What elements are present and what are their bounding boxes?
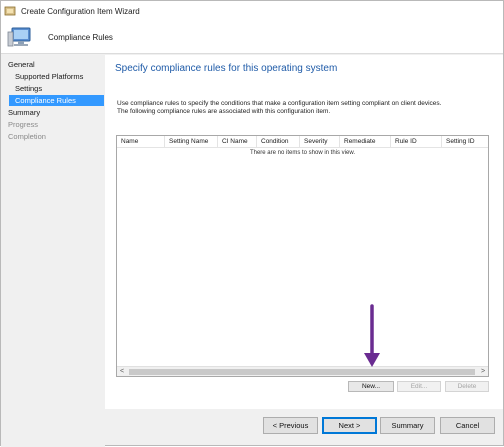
scroll-left-icon[interactable]: <: [117, 367, 127, 377]
title-bar: Create Configuration Item Wizard: [1, 1, 503, 21]
column-header-condition[interactable]: Condition: [257, 136, 300, 148]
config-manager-icon: [4, 5, 16, 17]
column-header-setting-name[interactable]: Setting Name: [165, 136, 218, 148]
delete-rule-button: Delete: [445, 381, 489, 392]
nav-item-summary[interactable]: Summary: [8, 107, 40, 118]
scroll-right-icon[interactable]: >: [478, 367, 488, 377]
page-title: Specify compliance rules for this operat…: [115, 63, 338, 74]
cancel-button[interactable]: Cancel: [440, 417, 495, 434]
nav-item-completion: Completion: [8, 132, 46, 141]
summary-button[interactable]: Summary: [380, 417, 435, 434]
wizard-window: Create Configuration Item Wizard Complia…: [0, 0, 504, 447]
description: Use compliance rules to specify the cond…: [117, 100, 497, 116]
horizontal-scrollbar[interactable]: < >: [117, 366, 488, 376]
column-header-setting-id[interactable]: Setting ID: [442, 136, 488, 148]
nav-item-general[interactable]: General: [8, 59, 35, 70]
next-button[interactable]: Next >: [322, 417, 377, 434]
previous-button[interactable]: < Previous: [263, 417, 318, 434]
column-header-ci-name[interactable]: CI Name: [218, 136, 257, 148]
column-header-name[interactable]: Name: [117, 136, 165, 148]
nav-item-supported-platforms[interactable]: Supported Platforms: [15, 71, 83, 82]
description-line-2: The following compliance rules are assoc…: [117, 108, 331, 115]
column-header-rule-id[interactable]: Rule ID: [391, 136, 442, 148]
description-line-1: Use compliance rules to specify the cond…: [117, 100, 442, 107]
list-header: Name Setting Name CI Name Condition Seve…: [117, 136, 488, 148]
column-header-severity[interactable]: Severity: [300, 136, 340, 148]
new-rule-button[interactable]: New...: [348, 381, 394, 392]
compliance-rules-list[interactable]: Name Setting Name CI Name Condition Seve…: [116, 135, 489, 377]
nav-item-settings[interactable]: Settings: [15, 83, 42, 94]
window-title: Create Configuration Item Wizard: [21, 6, 140, 16]
wizard-nav: General Supported Platforms Settings Com…: [1, 55, 105, 447]
wizard-header: Compliance Rules: [1, 21, 503, 54]
nav-item-compliance-rules[interactable]: Compliance Rules: [9, 95, 104, 106]
computer-icon: [7, 24, 33, 50]
scrollbar-thumb[interactable]: [129, 369, 475, 375]
edit-rule-button: Edit...: [397, 381, 441, 392]
page-header-title: Compliance Rules: [48, 33, 113, 42]
content-panel: Specify compliance rules for this operat…: [105, 55, 503, 409]
empty-list-message: There are no items to show in this view.: [249, 150, 356, 156]
column-header-remediate[interactable]: Remediate: [340, 136, 391, 148]
nav-item-progress: Progress: [8, 120, 39, 129]
